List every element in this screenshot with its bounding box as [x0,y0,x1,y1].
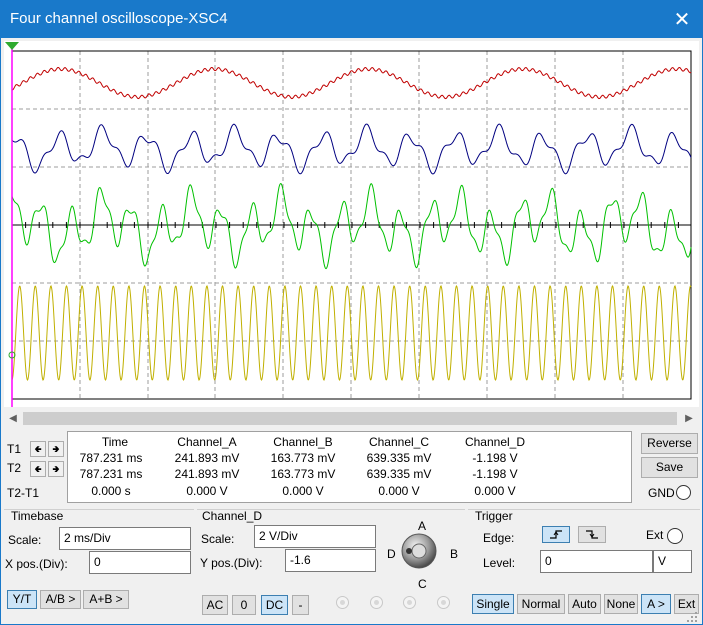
channel-scale-label: Scale: [201,532,235,546]
ypos-input[interactable]: -1.6 [285,549,376,572]
horizontal-scrollbar[interactable]: ◀ ▶ [4,410,699,427]
trigger-none-button[interactable]: None [604,594,638,614]
center-axis [11,222,691,228]
rising-edge-icon [550,530,562,539]
col-header-channel-a: Channel_A [177,435,237,449]
t1-time: 787.231 ms [79,451,143,465]
col-header-channel-d: Channel_D [464,435,526,449]
close-icon[interactable]: ✕ [669,7,695,33]
delta-channel-d: 0.000 V [474,484,516,498]
trigger-auto-button[interactable]: Auto [568,594,601,614]
trigger-title: Trigger [475,509,513,523]
timebase-scale-label: Scale: [8,533,42,547]
t2-channel-b: 163.773 mV [270,467,336,481]
t1-channel-c: 639.335 mV [366,451,432,465]
mode-ab-button[interactable]: A/B > [40,590,81,609]
ypos-label: Y pos.(Div): [200,556,263,570]
edge-rising-button[interactable] [542,526,570,543]
coupling-dc-button[interactable]: DC [261,595,288,615]
delta-time: 0.000 s [91,484,131,498]
probe-dot-2-icon [370,596,383,609]
scroll-right-icon[interactable]: ▶ [681,411,697,426]
edge-falling-button[interactable] [578,526,606,543]
scroll-thumb[interactable] [23,412,677,425]
knob-label-c: C [418,577,427,591]
col-header-channel-c: Channel_C [368,435,430,449]
oscilloscope-window: Four channel oscilloscope-XSC4 ✕ ◀ ▶ T1 … [0,0,703,625]
delta-channel-b: 0.000 V [282,484,324,498]
resize-grip-icon[interactable] [686,611,698,623]
coupling-minus-button[interactable]: - [292,595,309,615]
knob-label-b: B [450,547,459,561]
gnd-radio[interactable] [676,485,691,500]
probe-dot-1-icon [336,596,349,609]
col-header-channel-b: Channel_B [273,435,333,449]
delta-channel-c: 0.000 V [378,484,420,498]
t1-channel-d: -1.198 V [472,451,518,465]
gnd-label: GND [648,486,675,500]
reverse-button[interactable]: Reverse [641,433,698,454]
channel-selector-knob-icon[interactable] [400,532,438,570]
mode-yt-button[interactable]: Y/T [7,590,37,609]
measurement-readout: Time Channel_A Channel_B Channel_C Chann… [67,431,632,503]
channel-title: Channel_D [202,509,263,523]
coupling-zero-button[interactable]: 0 [232,595,256,615]
t2-channel-a: 241.893 mV [174,467,240,481]
knob-label-d: D [387,547,396,561]
xpos-label: X pos.(Div): [5,557,68,571]
channel-scale-input[interactable]: 2 V/Div [254,525,376,548]
level-unit[interactable]: V [653,550,692,573]
t2-time: 787.231 ms [79,467,143,481]
title-bar: Four channel oscilloscope-XSC4 ✕ [1,1,702,38]
trigger-normal-button[interactable]: Normal [517,594,565,614]
probe-dot-3-icon [403,596,416,609]
save-button[interactable]: Save [641,457,698,478]
trigger-source-a-button[interactable]: A > [641,594,671,614]
t1-channel-a: 241.893 mV [174,451,240,465]
edge-label: Edge: [483,531,515,545]
t1-channel-b: 163.773 mV [270,451,336,465]
level-input[interactable]: 0 [540,550,653,573]
t2-right-arrow-icon[interactable]: 🢂 [48,461,64,477]
scope-screen[interactable] [4,41,699,407]
knob-label-a: A [418,519,427,533]
cursor-handle-icon[interactable] [5,42,19,50]
falling-edge-icon [586,530,598,539]
mode-a-plus-b-button[interactable]: A+B > [83,590,129,609]
cursor-delta-label: T2-T1 [7,486,40,500]
delta-channel-a: 0.000 V [186,484,228,498]
t1-right-arrow-icon[interactable]: 🢂 [48,441,64,457]
timebase-scale-input[interactable]: 2 ms/Div [59,527,191,550]
xpos-input[interactable]: 0 [89,551,191,574]
t2-left-arrow-icon[interactable]: 🢀 [30,461,46,477]
waveform-channel-d [11,284,692,382]
cursor-t2-label: T2 [7,461,22,475]
coupling-ac-button[interactable]: AC [202,595,228,615]
probe-dot-4-icon [437,596,450,609]
timebase-title: Timebase [11,509,64,523]
col-header-time: Time [101,435,129,449]
ext-label: Ext [646,528,664,542]
cursor-t1-label: T1 [7,442,22,456]
window-title: Four channel oscilloscope-XSC4 [10,10,228,27]
t2-channel-d: -1.198 V [472,467,518,481]
trigger-single-button[interactable]: Single [472,594,514,614]
scroll-left-icon[interactable]: ◀ [5,411,21,426]
ext-radio[interactable] [667,528,683,544]
t1-left-arrow-icon[interactable]: 🢀 [30,441,46,457]
level-label: Level: [483,556,516,570]
t2-channel-c: 639.335 mV [366,467,432,481]
